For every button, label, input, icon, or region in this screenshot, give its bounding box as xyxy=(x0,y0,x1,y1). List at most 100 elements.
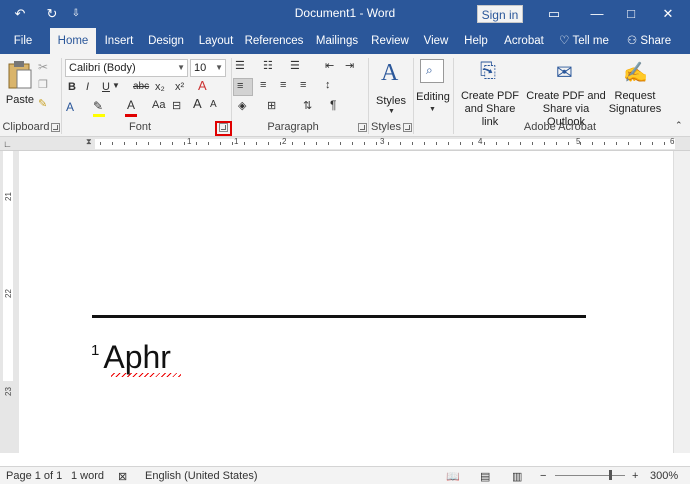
styles-launcher-icon[interactable] xyxy=(403,123,412,132)
line-spacing-icon[interactable]: ↕ xyxy=(325,79,331,91)
language-indicator[interactable]: English (United States) xyxy=(145,470,258,482)
numbering-icon[interactable]: ☷ xyxy=(263,59,273,72)
ruler-number: 6 xyxy=(670,137,675,146)
ribbon-display-options-icon[interactable]: ▭ xyxy=(541,4,567,24)
footnote[interactable]: 1 Aphr xyxy=(91,339,171,376)
search-icon: ⌕ xyxy=(420,59,444,83)
vertical-ruler-number: 21 xyxy=(3,192,13,201)
shrink-font-button[interactable]: A xyxy=(210,99,217,110)
zoom-level[interactable]: 300% xyxy=(650,470,678,482)
tab-layout[interactable]: Layout xyxy=(195,28,237,54)
bullets-icon[interactable]: ☰ xyxy=(235,59,245,72)
chevron-down-icon: ▼ xyxy=(388,108,395,115)
decrease-indent-icon[interactable]: ⇤ xyxy=(325,59,334,72)
zoom-out-button[interactable]: − xyxy=(540,470,546,482)
undo-icon[interactable]: ↶ xyxy=(10,5,30,23)
tab-home[interactable]: Home xyxy=(50,28,96,54)
vertical-ruler-number: 23 xyxy=(3,387,13,396)
group-divider xyxy=(61,58,62,134)
request-signatures-button[interactable]: ✍ Request Signatures xyxy=(608,58,662,120)
tab-review[interactable]: Review xyxy=(369,28,411,54)
sort-icon[interactable]: ⇅ xyxy=(303,99,312,112)
ruler-tick xyxy=(376,142,377,145)
font-size-combo[interactable]: 10 ▼ xyxy=(190,59,226,77)
zoom-slider-track[interactable] xyxy=(555,475,625,476)
change-case-button[interactable]: Aa xyxy=(152,99,165,111)
editing-button[interactable]: ⌕ Editing ▼ xyxy=(415,58,451,118)
show-formatting-button[interactable]: ¶ xyxy=(330,98,336,112)
collapse-ribbon-icon[interactable]: ⌃ xyxy=(675,120,683,131)
clear-formatting-button[interactable]: A xyxy=(198,78,207,93)
tab-design[interactable]: Design xyxy=(145,28,187,54)
clipboard-launcher-icon[interactable] xyxy=(51,123,60,132)
cut-icon[interactable]: ✂ xyxy=(38,60,48,74)
indent-marker-icon[interactable]: ⧗ xyxy=(86,137,92,147)
restore-button[interactable]: □ xyxy=(618,4,644,24)
ruler-tick xyxy=(412,142,413,145)
underline-button[interactable]: U xyxy=(102,81,110,93)
create-pdf-line2: and Share link xyxy=(464,103,516,128)
format-painter-icon[interactable]: ✎ xyxy=(38,97,47,110)
tab-selector-icon[interactable]: ∟ xyxy=(3,139,12,149)
create-pdf-outlook-button[interactable]: ✉ Create PDF and Share via Outlook xyxy=(524,58,608,128)
text-highlight-icon[interactable]: ✎ xyxy=(93,99,103,113)
styles-label: Styles xyxy=(376,95,406,107)
customize-quick-access-icon[interactable]: ⇩ xyxy=(66,5,86,23)
tab-view[interactable]: View xyxy=(420,28,452,54)
chevron-down-icon[interactable]: ▼ xyxy=(112,81,120,90)
increase-indent-icon[interactable]: ⇥ xyxy=(345,59,354,72)
print-layout-icon[interactable]: ▤ xyxy=(480,470,490,483)
web-layout-icon[interactable]: ▥ xyxy=(512,470,522,483)
minimize-button[interactable]: — xyxy=(584,4,610,24)
zoom-slider-thumb[interactable] xyxy=(609,470,612,480)
redo-icon[interactable]: ↻ xyxy=(42,5,62,23)
tab-acrobat[interactable]: Acrobat xyxy=(500,28,548,54)
share-button[interactable]: ⚇ Share xyxy=(624,28,674,54)
shading-icon[interactable]: ⊟ xyxy=(172,99,181,112)
ruler-tick xyxy=(160,142,161,145)
paste-button[interactable]: Paste xyxy=(4,58,36,114)
styles-button[interactable]: A Styles ▼ xyxy=(372,58,410,118)
sign-in-button[interactable]: Sign in xyxy=(477,5,523,23)
proofing-icon[interactable]: ⊠ xyxy=(118,470,127,483)
request-line1: Request xyxy=(614,90,656,102)
ruler-tick xyxy=(136,142,137,145)
tab-help[interactable]: Help xyxy=(460,28,492,54)
italic-button[interactable]: I xyxy=(86,81,89,93)
superscript-button[interactable]: x² xyxy=(175,81,184,93)
read-mode-icon[interactable]: 📖 xyxy=(446,470,460,483)
grow-font-button[interactable]: A xyxy=(193,96,202,111)
ruler-tick xyxy=(604,142,605,145)
page[interactable]: 1 Aphr xyxy=(19,151,673,453)
tab-references[interactable]: References xyxy=(244,28,304,54)
align-center-icon[interactable]: ≡ xyxy=(260,79,266,91)
strikethrough-button[interactable]: abc xyxy=(133,81,149,92)
subscript-button[interactable]: x₂ xyxy=(155,81,165,93)
font-color-button[interactable]: A xyxy=(127,98,135,112)
word-count[interactable]: 1 word xyxy=(71,470,104,482)
align-left-button[interactable]: ≡ xyxy=(233,78,253,96)
paragraph-launcher-icon[interactable] xyxy=(358,123,367,132)
bold-button[interactable]: B xyxy=(68,81,76,93)
vertical-scrollbar[interactable] xyxy=(673,151,690,453)
multilevel-list-icon[interactable]: ☰ xyxy=(290,59,300,72)
font-name-value: Calibri (Body) xyxy=(69,62,136,74)
align-right-icon[interactable]: ≡ xyxy=(280,79,286,91)
paint-bucket-icon[interactable]: ◈ xyxy=(238,99,246,112)
borders-icon[interactable]: ⊞ xyxy=(267,99,276,112)
font-name-combo[interactable]: Calibri (Body) ▼ xyxy=(65,59,188,77)
text-effects-button[interactable]: A xyxy=(66,100,74,114)
tab-insert[interactable]: Insert xyxy=(101,28,137,54)
create-pdf-share-link-button[interactable]: ⎘ Create PDF and Share link xyxy=(456,58,524,128)
chevron-down-icon: ▼ xyxy=(429,106,436,113)
tell-me-search[interactable]: ♡ Tell me xyxy=(556,28,612,54)
tab-mailings[interactable]: Mailings xyxy=(312,28,362,54)
justify-icon[interactable]: ≡ xyxy=(300,79,306,91)
tab-file[interactable]: File xyxy=(6,28,40,54)
ruler-tick xyxy=(544,142,545,145)
copy-icon[interactable]: ❐ xyxy=(38,78,48,91)
page-count[interactable]: Page 1 of 1 xyxy=(6,470,62,482)
close-button[interactable]: ✕ xyxy=(655,4,681,24)
zoom-in-button[interactable]: + xyxy=(632,470,638,482)
ruler-tick xyxy=(292,142,293,145)
